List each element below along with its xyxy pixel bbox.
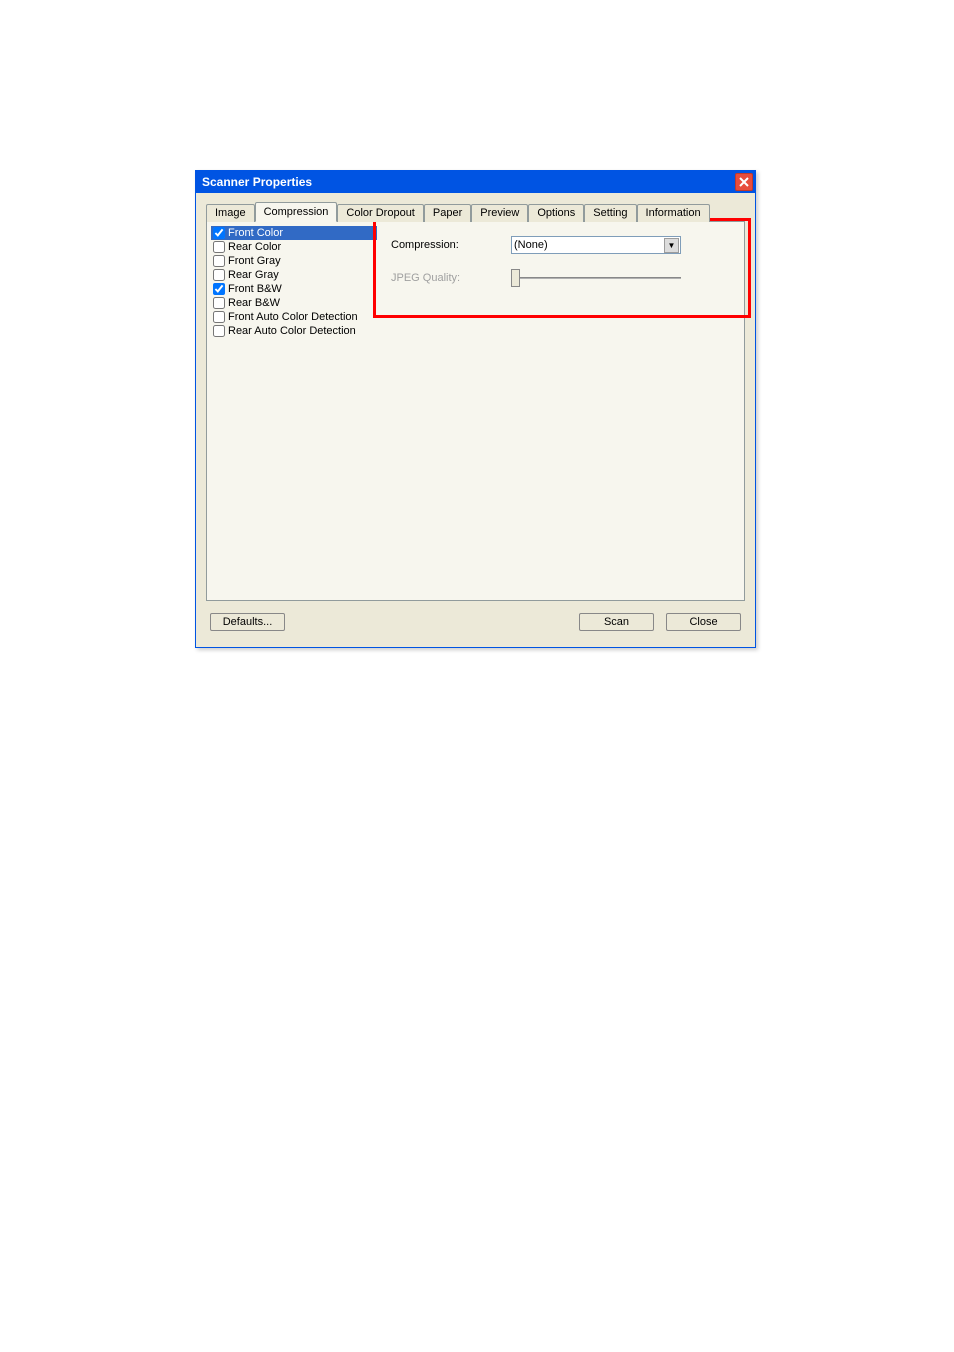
scanner-properties-window: Scanner Properties Image Compression Col… — [195, 170, 756, 648]
label-front-bw: Front B&W — [228, 282, 282, 296]
slider-line — [511, 277, 681, 279]
check-front-color[interactable]: Front Color — [211, 226, 377, 240]
check-rear-auto[interactable]: Rear Auto Color Detection — [211, 324, 377, 338]
scan-button[interactable]: Scan — [579, 613, 654, 631]
close-button[interactable]: Close — [666, 613, 741, 631]
defaults-button[interactable]: Defaults... — [210, 613, 285, 631]
titlebar[interactable]: Scanner Properties — [196, 171, 755, 193]
check-front-gray[interactable]: Front Gray — [211, 254, 377, 268]
check-rear-color[interactable]: Rear Color — [211, 240, 377, 254]
tab-compression[interactable]: Compression — [255, 202, 338, 222]
label-rear-auto: Rear Auto Color Detection — [228, 324, 356, 338]
tab-color-dropout[interactable]: Color Dropout — [337, 204, 423, 222]
check-front-auto[interactable]: Front Auto Color Detection — [211, 310, 377, 324]
label-rear-gray: Rear Gray — [228, 268, 279, 282]
button-row: Defaults... Scan Close — [206, 601, 745, 637]
tab-panel: Front Color Rear Color Front Gray Rear G… — [206, 221, 745, 601]
window-title: Scanner Properties — [202, 175, 312, 189]
tab-options[interactable]: Options — [528, 204, 584, 222]
content-right: Compression: (None) ▼ JPEG Quality: — [377, 222, 744, 402]
label-front-gray: Front Gray — [228, 254, 281, 268]
scan-side-list: Front Color Rear Color Front Gray Rear G… — [207, 222, 377, 402]
label-front-color: Front Color — [228, 226, 283, 240]
tab-information[interactable]: Information — [637, 204, 710, 222]
client-area: Image Compression Color Dropout Paper Pr… — [196, 193, 755, 647]
slider-thumb[interactable] — [511, 269, 520, 287]
tab-paper[interactable]: Paper — [424, 204, 471, 222]
close-icon[interactable] — [735, 173, 753, 191]
tab-setting[interactable]: Setting — [584, 204, 636, 222]
jpeg-quality-slider[interactable] — [511, 268, 681, 288]
tabstrip: Image Compression Color Dropout Paper Pr… — [206, 201, 745, 221]
check-front-bw[interactable]: Front B&W — [211, 282, 377, 296]
tab-preview[interactable]: Preview — [471, 204, 528, 222]
tab-image[interactable]: Image — [206, 204, 255, 222]
label-rear-bw: Rear B&W — [228, 296, 280, 310]
label-front-auto: Front Auto Color Detection — [228, 310, 358, 324]
label-rear-color: Rear Color — [228, 240, 281, 254]
check-rear-bw[interactable]: Rear B&W — [211, 296, 377, 310]
check-rear-gray[interactable]: Rear Gray — [211, 268, 377, 282]
